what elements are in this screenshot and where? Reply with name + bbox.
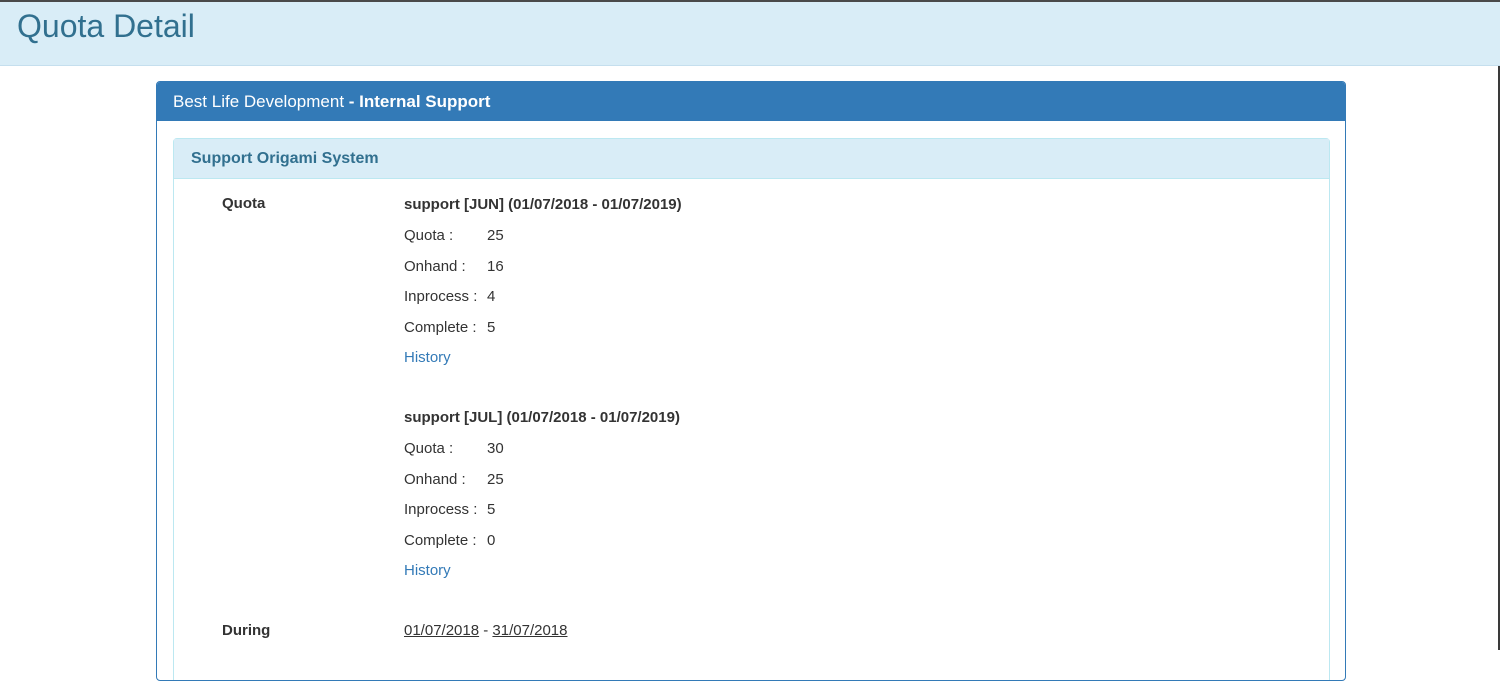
row-key: Onhand :: [404, 257, 466, 275]
during-end-date-link[interactable]: 31/07/2018: [492, 622, 567, 639]
row-key: Complete :: [404, 318, 477, 336]
row-key: Inprocess :: [404, 501, 478, 518]
company-panel-heading: Best Life Development - Internal Support: [157, 82, 1345, 121]
row-value: 30: [487, 440, 504, 457]
quota-block-jun: support [JUN] (01/07/2018 - 01/07/2019) …: [404, 195, 682, 368]
quota-label: Quota: [222, 195, 266, 212]
onhand-row: Onhand : 25: [404, 470, 680, 501]
row-value: 5: [487, 501, 496, 518]
row-key: Complete :: [404, 531, 477, 549]
row-key: Quota :: [404, 227, 454, 244]
row-value: 25: [487, 470, 504, 488]
onhand-row: Onhand : 16: [404, 257, 682, 288]
inprocess-row: Inprocess : 5: [404, 500, 680, 531]
row-value: 0: [487, 531, 496, 549]
system-panel: Support Origami System Quota support [JU…: [173, 138, 1330, 680]
quota-block-jul: support [JUL] (01/07/2018 - 01/07/2019) …: [404, 408, 680, 581]
history-link[interactable]: History: [404, 561, 451, 581]
heading-separator: -: [344, 92, 360, 111]
company-panel: Best Life Development - Internal Support…: [156, 81, 1346, 681]
quota-row: Quota : 25: [404, 226, 682, 257]
page-title: Quota Detail: [17, 8, 195, 44]
quota-row: Quota : 30: [404, 439, 680, 470]
row-value: 16: [487, 257, 504, 275]
row-key: Quota :: [404, 440, 454, 457]
row-key: Inprocess :: [404, 288, 478, 305]
quota-block-title: support [JUN] (01/07/2018 - 01/07/2019): [404, 196, 682, 213]
row-value: 5: [487, 318, 496, 336]
department-name: Internal Support: [359, 92, 491, 111]
complete-row: Complete : 0: [404, 531, 680, 562]
company-name: Best Life Development: [173, 92, 345, 111]
during-label: During: [222, 622, 271, 639]
quota-block-title: support [JUL] (01/07/2018 - 01/07/2019): [404, 409, 680, 426]
during-range: 01/07/2018 - 31/07/2018: [404, 622, 568, 639]
row-value: 4: [487, 288, 496, 305]
page-header: Quota Detail: [0, 2, 1500, 66]
during-dash: -: [479, 622, 493, 639]
history-link[interactable]: History: [404, 348, 451, 368]
system-panel-title: Support Origami System: [174, 139, 1329, 179]
row-key: Onhand :: [404, 470, 466, 488]
complete-row: Complete : 5: [404, 318, 682, 349]
inprocess-row: Inprocess : 4: [404, 287, 682, 318]
row-value: 25: [487, 227, 504, 244]
during-start-date-link[interactable]: 01/07/2018: [404, 622, 479, 639]
